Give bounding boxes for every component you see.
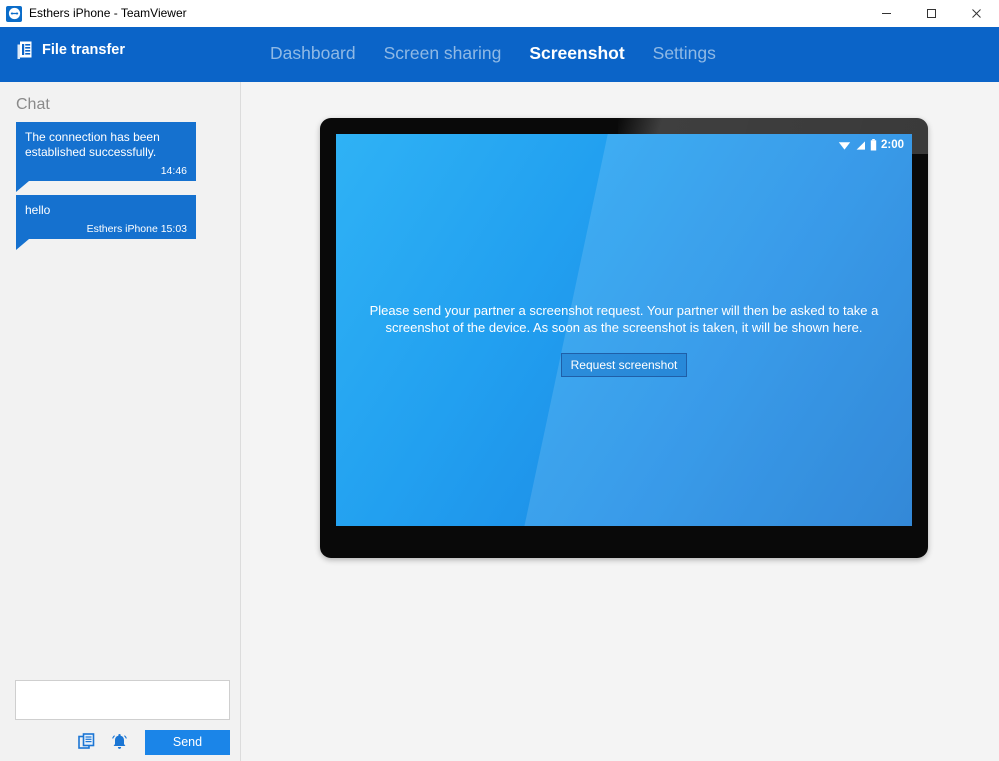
maximize-icon[interactable] <box>909 0 954 27</box>
device-screen: 2:00 Please send your partner a screensh… <box>336 134 912 526</box>
device-clock: 2:00 <box>880 139 904 151</box>
device-preview-frame: 2:00 Please send your partner a screensh… <box>320 118 928 558</box>
file-transfer-icon <box>16 40 34 60</box>
chat-message-text: The connection has been established succ… <box>25 130 160 159</box>
chat-input-wrapper[interactable] <box>15 680 230 720</box>
screenshot-instruction-text: Please send your partner a screenshot re… <box>369 303 879 335</box>
copy-documents-icon[interactable] <box>77 732 97 752</box>
chat-bubble-tail <box>16 239 29 250</box>
main-content: 2:00 Please send your partner a screensh… <box>241 82 999 761</box>
chat-bubble: The connection has been established succ… <box>16 122 196 192</box>
chat-message-meta: 14:46 <box>160 165 187 177</box>
chat-message-list: The connection has been established succ… <box>16 122 196 253</box>
tab-screen-sharing[interactable]: Screen sharing <box>370 27 516 79</box>
request-screenshot-button[interactable]: Request screenshot <box>560 353 688 377</box>
chat-message-text: hello <box>25 203 51 217</box>
file-transfer-label: File transfer <box>42 42 125 58</box>
main-nav: Dashboard Screen sharing Screenshot Sett… <box>256 27 730 79</box>
window-title: Esthers iPhone - TeamViewer <box>29 6 187 20</box>
chat-bubble: hello Esthers iPhone 15:03 <box>16 195 196 250</box>
chat-message: The connection has been established succ… <box>16 122 196 192</box>
chat-panel-title: Chat <box>16 96 50 113</box>
app-header: File transfer Dashboard Screen sharing S… <box>0 27 999 79</box>
teamviewer-logo-icon <box>6 5 22 22</box>
chat-message-meta: Esthers iPhone 15:03 <box>86 223 187 235</box>
battery-icon <box>870 139 877 151</box>
wifi-icon <box>838 140 851 151</box>
tab-dashboard[interactable]: Dashboard <box>256 27 370 79</box>
tab-screenshot[interactable]: Screenshot <box>515 27 638 79</box>
signal-icon <box>855 140 866 151</box>
minimize-icon[interactable] <box>864 0 909 27</box>
tab-settings[interactable]: Settings <box>639 27 730 79</box>
bell-icon[interactable] <box>109 732 129 752</box>
screenshot-placeholder: Please send your partner a screenshot re… <box>336 302 912 377</box>
chat-sidebar: Chat The connection has been established… <box>0 82 240 761</box>
send-button[interactable]: Send <box>145 729 230 755</box>
chat-message: hello Esthers iPhone 15:03 <box>16 195 196 250</box>
device-status-bar: 2:00 <box>838 139 904 151</box>
chat-composer-toolbar: Send <box>15 728 230 756</box>
close-icon[interactable] <box>954 0 999 27</box>
file-transfer-indicator: File transfer <box>16 40 125 60</box>
title-bar: Esthers iPhone - TeamViewer <box>0 0 999 27</box>
chat-bubble-tail <box>16 181 29 192</box>
chat-message-input[interactable] <box>16 681 229 719</box>
window-controls <box>864 0 999 27</box>
